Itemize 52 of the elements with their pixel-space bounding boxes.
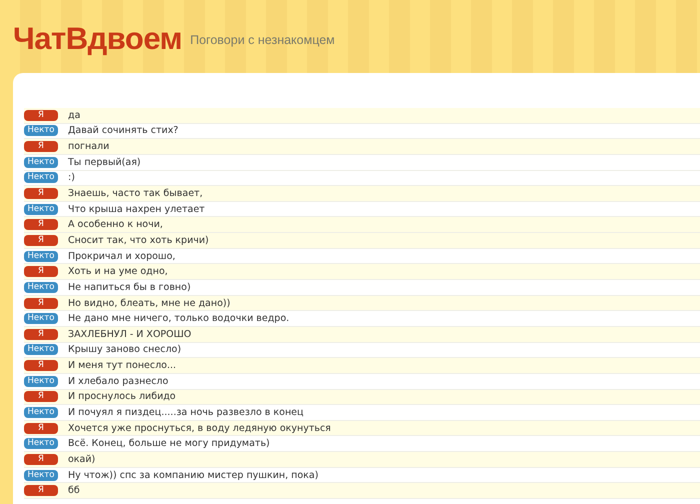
message-text: И проснулось либидо bbox=[68, 391, 176, 402]
message-text: Сносит так, что хоть кричи) bbox=[68, 234, 209, 246]
message-text: А особенно к ночи, bbox=[68, 219, 163, 230]
sender-label: Некто bbox=[24, 313, 58, 324]
message-text: Хоть и на уме одно, bbox=[68, 266, 168, 278]
message-text: Хочется уже проснуться, в воду ледяную окунуться bbox=[68, 422, 331, 434]
tagline: Поговори с незнакомцем bbox=[190, 32, 335, 46]
message-text: Всё. Конец, больше не могу придумать) bbox=[68, 438, 270, 450]
message-text: :) bbox=[68, 172, 75, 184]
message-text: И почуял я пиздец.....за ночь развезло в конец bbox=[68, 406, 304, 418]
sender-label: Некто bbox=[24, 470, 58, 481]
sender-label: Некто bbox=[24, 204, 58, 215]
sender-label: Я bbox=[24, 485, 58, 496]
message-text: Давай сочинять стих? bbox=[68, 125, 178, 136]
message-text: Крышу заново снесло) bbox=[68, 344, 182, 356]
sender-label: Я bbox=[24, 266, 58, 278]
sender-label: Некто bbox=[24, 125, 58, 136]
message-text: ЗАХЛЕБНУЛ - И ХОРОШО bbox=[68, 328, 192, 340]
sender-label: Некто bbox=[24, 156, 58, 168]
sender-label: Я bbox=[24, 454, 58, 465]
sender-label: Некто bbox=[24, 438, 58, 450]
message-text: Что крыша нахрен улетает bbox=[68, 204, 205, 215]
message-text: И меня тут понесло... bbox=[68, 360, 176, 372]
sender-label: Я bbox=[24, 219, 58, 230]
sender-label: Некто bbox=[24, 172, 58, 184]
sender-label: Некто bbox=[24, 282, 58, 293]
sender-label: Некто bbox=[24, 406, 58, 418]
sender-label: Некто bbox=[24, 344, 58, 356]
message-text: Ну чтож)) спс за компанию мистер пушкин, пока) bbox=[68, 470, 318, 481]
sender-label: Я bbox=[24, 360, 58, 372]
sender-label: Я bbox=[24, 328, 58, 340]
sender-label: Я bbox=[24, 188, 58, 200]
message-text: Знаешь, часто так бывает, bbox=[68, 188, 203, 200]
sender-label: Я bbox=[24, 234, 58, 246]
message-text: погнали bbox=[68, 141, 110, 152]
message-text: Не дано мне ничего, только водочки ведро. bbox=[68, 313, 290, 324]
message-text: И хлебало разнесло bbox=[68, 376, 168, 387]
message-text: окай) bbox=[68, 454, 96, 465]
message-text: Ты первый(ая) bbox=[68, 156, 141, 168]
sender-label: Я bbox=[24, 422, 58, 434]
sender-label: Я bbox=[24, 298, 58, 308]
message-text: да bbox=[68, 110, 80, 121]
sender-label: Я bbox=[24, 391, 58, 402]
message-text: Не напиться бы в говно) bbox=[68, 282, 191, 293]
sender-label: Я bbox=[24, 110, 58, 121]
sender-label: Я bbox=[24, 141, 58, 152]
sender-label: Некто bbox=[24, 250, 58, 262]
message-text: бб bbox=[68, 485, 80, 496]
sender-label: Некто bbox=[24, 376, 58, 387]
message-text: Прокричал и хорошо, bbox=[68, 250, 176, 262]
message-text: Но видно, блеать, мне не дано)) bbox=[68, 298, 230, 308]
site-logo[interactable]: ЧатВдвоем bbox=[13, 20, 182, 56]
